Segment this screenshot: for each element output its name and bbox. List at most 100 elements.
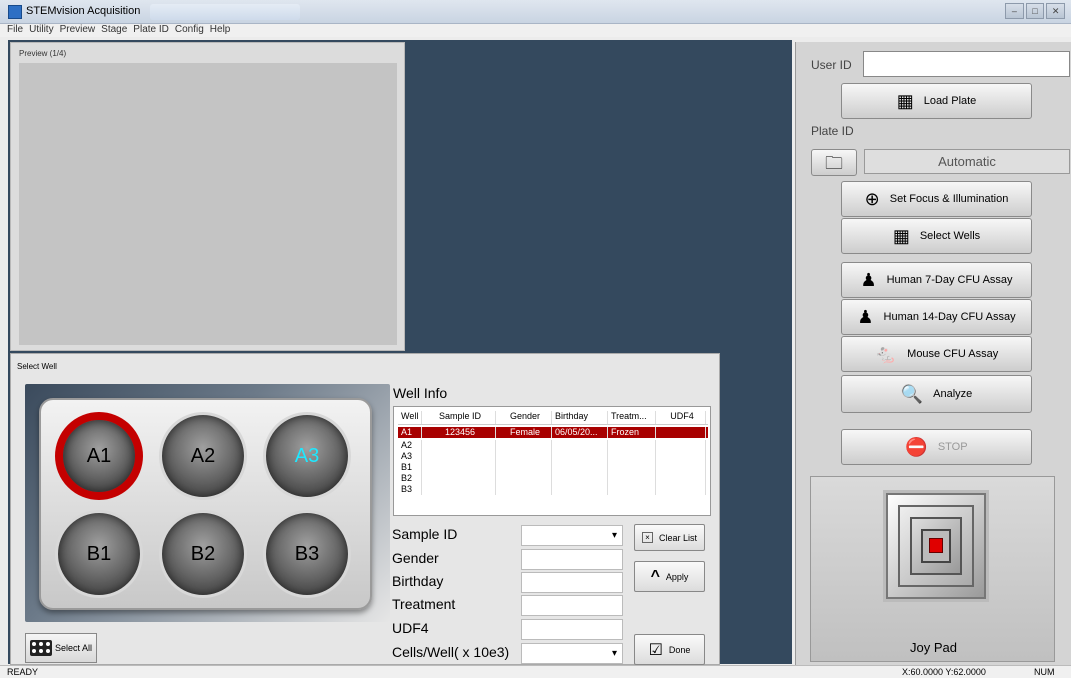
- app-icon: [8, 5, 22, 19]
- apply-label: Apply: [665, 571, 689, 582]
- cell: A3: [398, 451, 422, 462]
- table-row[interactable]: B1: [398, 462, 708, 473]
- gender-label: Gender: [392, 550, 439, 566]
- done-label: Done: [668, 644, 691, 655]
- plate-id-label: Plate ID: [811, 124, 854, 138]
- udf4-label: UDF4: [392, 620, 429, 636]
- set-focus-label: Set Focus & Illumination: [889, 193, 1009, 205]
- well-label: A3: [294, 445, 320, 467]
- title-bar: STEMvision Acquisition – □ ✕: [0, 0, 1071, 24]
- analyze-label: Analyze: [933, 388, 973, 400]
- well-a2[interactable]: A2: [159, 412, 247, 500]
- menu-preview[interactable]: Preview: [60, 24, 96, 35]
- folder-icon: 🗀: [825, 152, 843, 173]
- cells-per-well-dropdown[interactable]: ▾: [521, 643, 623, 664]
- num-lock-indicator: NUM: [1034, 667, 1055, 677]
- user-id-input[interactable]: [863, 51, 1070, 77]
- mouse-icon: 🐁: [874, 344, 898, 364]
- well-label: B3: [294, 543, 320, 565]
- load-plate-button[interactable]: ▦ Load Plate: [841, 83, 1032, 119]
- select-wells-label: Select Wells: [919, 230, 981, 242]
- plate-tray: A1 A2 A3 B1 B2 B3: [39, 398, 372, 610]
- well-b1[interactable]: B1: [55, 510, 143, 598]
- menu-help[interactable]: Help: [210, 24, 231, 35]
- person-icon: ♟: [860, 270, 877, 290]
- select-well-panel: Select Well A1 A2 A3 B1 B2 B3 Select All…: [10, 353, 720, 665]
- wells-grid-icon: [30, 640, 52, 656]
- plate-id-field[interactable]: Automatic: [864, 149, 1070, 174]
- well-a1[interactable]: A1: [55, 412, 143, 500]
- table-header: Well Sample ID Gender Birthday Treatm...…: [398, 411, 708, 425]
- plate-view: A1 A2 A3 B1 B2 B3: [25, 384, 390, 622]
- col-treatment[interactable]: Treatm...: [608, 411, 656, 424]
- gender-field[interactable]: [521, 549, 623, 570]
- sample-id-dropdown[interactable]: ▾: [521, 525, 623, 546]
- col-well[interactable]: Well: [398, 411, 422, 424]
- clear-list-button[interactable]: × Clear List: [634, 524, 705, 551]
- col-sample-id[interactable]: Sample ID: [422, 411, 496, 424]
- select-all-button[interactable]: Select All: [25, 633, 97, 663]
- preview-title: Preview (1/4): [19, 49, 67, 58]
- clear-icon: ×: [641, 532, 653, 543]
- cell: 123456: [422, 427, 496, 438]
- table-row[interactable]: B2: [398, 473, 708, 484]
- table-row[interactable]: B3: [398, 484, 708, 495]
- well-b2[interactable]: B2: [159, 510, 247, 598]
- joy-pad-ring: [910, 517, 962, 575]
- user-id-label: User ID: [811, 58, 852, 72]
- person-icon: ♟: [857, 307, 874, 327]
- set-focus-button[interactable]: ⊕ Set Focus & Illumination: [841, 181, 1032, 217]
- status-bar: READY X:60.0000 Y:62.0000 NUM: [0, 665, 1071, 678]
- menu-plate-id[interactable]: Plate ID: [133, 24, 169, 35]
- taskbar-tab: [150, 4, 300, 20]
- cell: Female: [496, 427, 552, 438]
- human-7-day-button[interactable]: ♟ Human 7-Day CFU Assay: [841, 262, 1032, 298]
- cell: 06/05/20...: [552, 427, 608, 438]
- load-plate-label: Load Plate: [923, 95, 977, 107]
- cell: A1: [398, 427, 422, 438]
- done-button[interactable]: ☑ Done: [634, 634, 705, 665]
- apply-button[interactable]: ^ Apply: [634, 561, 705, 592]
- col-udf4[interactable]: UDF4: [656, 411, 706, 424]
- cell: B3: [398, 484, 422, 495]
- joy-pad-panel: Joy Pad: [810, 476, 1055, 662]
- well-b3[interactable]: B3: [263, 510, 351, 598]
- joy-pad-center-button[interactable]: [929, 538, 943, 553]
- well-label: B2: [190, 543, 216, 565]
- mouse-cfu-button[interactable]: 🐁 Mouse CFU Assay: [841, 336, 1032, 372]
- plate-icon: ▦: [896, 91, 914, 111]
- joy-pad[interactable]: [886, 493, 986, 599]
- table-row[interactable]: A3: [398, 451, 708, 462]
- select-wells-button[interactable]: ▦ Select Wells: [841, 218, 1032, 254]
- status-text: READY: [7, 667, 39, 677]
- menu-utility[interactable]: Utility: [29, 24, 53, 35]
- menu-stage[interactable]: Stage: [101, 24, 127, 35]
- table-row[interactable]: A2: [398, 440, 708, 451]
- cell: B1: [398, 462, 422, 473]
- preview-image: [19, 63, 397, 345]
- minimize-button[interactable]: –: [1005, 3, 1024, 19]
- table-row[interactable]: A1 123456 Female 06/05/20... Frozen: [398, 427, 708, 438]
- clear-list-label: Clear List: [658, 532, 697, 543]
- birthday-field[interactable]: [521, 572, 623, 593]
- stop-button[interactable]: ⛔ STOP: [841, 429, 1032, 465]
- close-button[interactable]: ✕: [1046, 3, 1066, 19]
- menu-file[interactable]: File: [7, 24, 23, 35]
- udf4-field[interactable]: [521, 619, 623, 640]
- analyze-button[interactable]: 🔍 Analyze: [841, 375, 1032, 413]
- well-info-label: Well Info: [393, 385, 448, 401]
- stop-icon: ⛔: [905, 437, 928, 457]
- stop-label: STOP: [937, 441, 968, 453]
- treatment-field[interactable]: [521, 595, 623, 616]
- cells-per-well-label: Cells/Well( x 10e3): [392, 644, 510, 660]
- control-panel: User ID ▦ Load Plate Plate ID 🗀 Automati…: [795, 42, 1071, 665]
- col-birthday[interactable]: Birthday: [552, 411, 608, 424]
- well-a3[interactable]: A3: [263, 412, 351, 500]
- menu-config[interactable]: Config: [175, 24, 204, 35]
- human-14-day-button[interactable]: ♟ Human 14-Day CFU Assay: [841, 299, 1032, 335]
- browse-folder-button[interactable]: 🗀: [811, 149, 857, 176]
- cell: [656, 427, 706, 438]
- maximize-button[interactable]: □: [1025, 3, 1045, 19]
- magnifier-icon: 🔍: [900, 384, 924, 404]
- col-gender[interactable]: Gender: [496, 411, 552, 424]
